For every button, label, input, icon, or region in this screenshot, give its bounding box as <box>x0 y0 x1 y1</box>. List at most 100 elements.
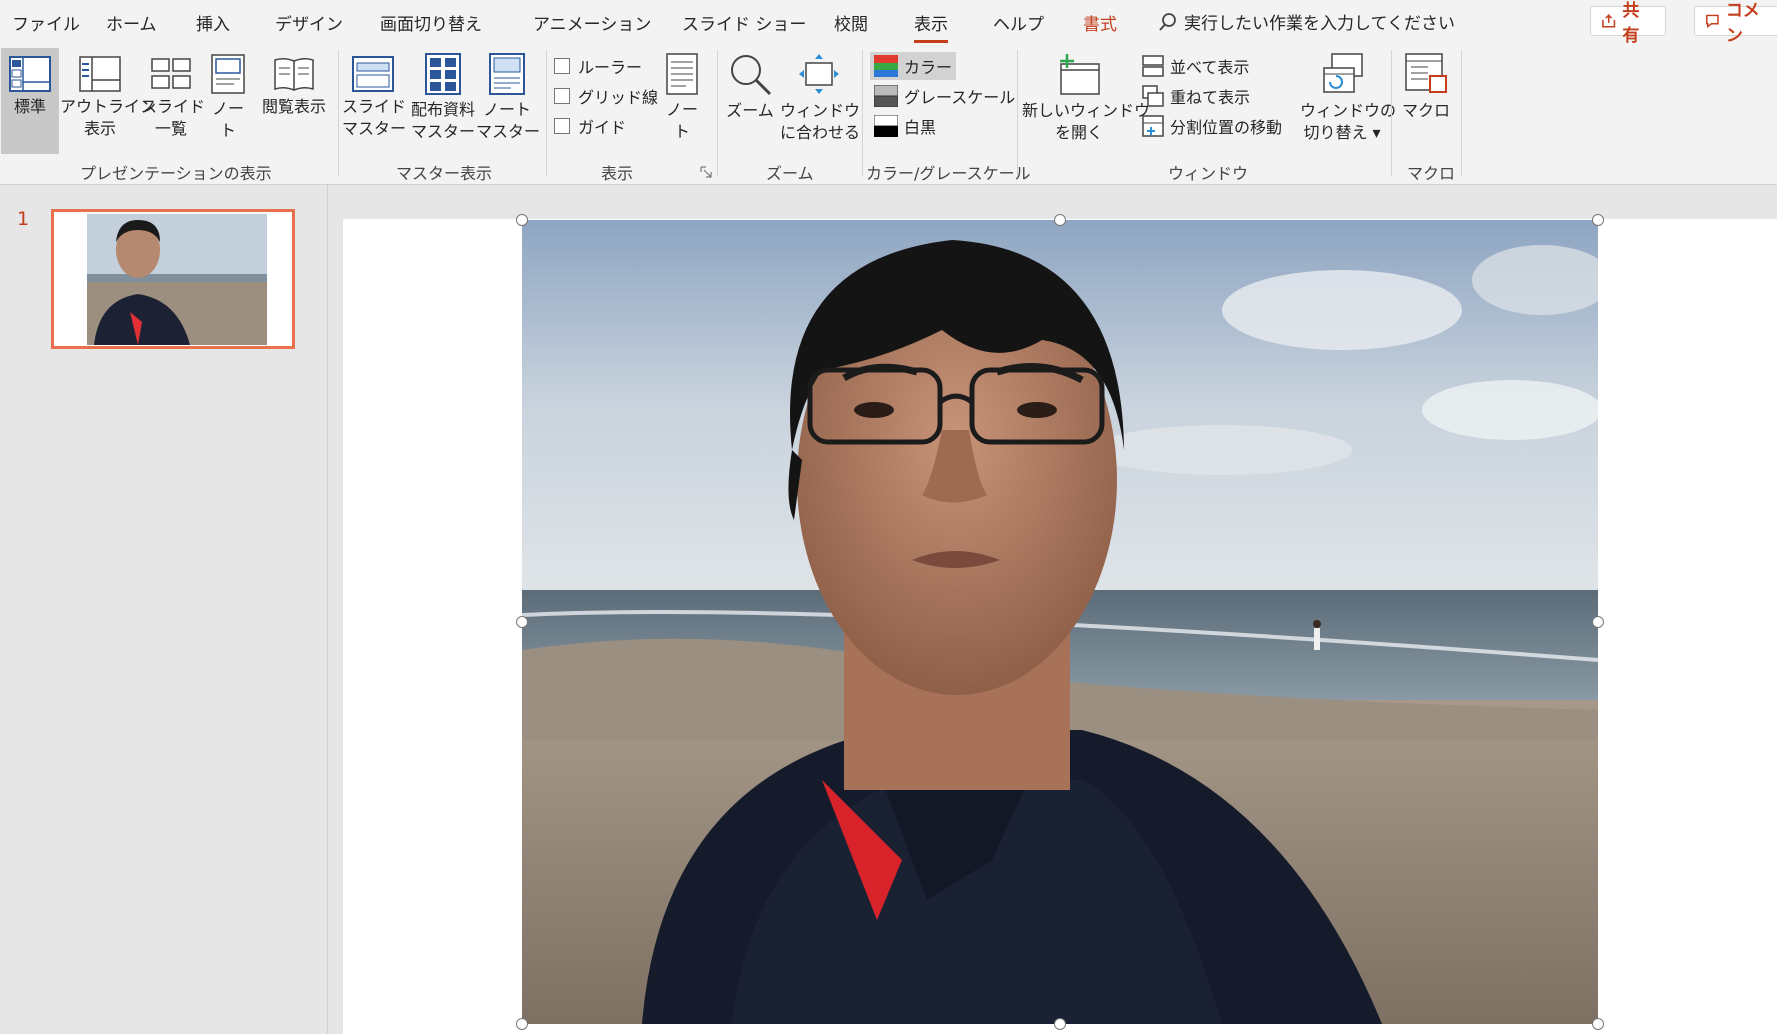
resize-handle-bottom-left[interactable] <box>516 1018 528 1030</box>
tab-transitions[interactable]: 画面切り替え <box>380 10 482 35</box>
ribbon-separator <box>862 50 863 176</box>
color-swatch-icon <box>874 55 898 77</box>
resize-handle-top-right[interactable] <box>1592 214 1604 226</box>
tab-view[interactable]: 表示 <box>914 10 948 43</box>
group-label-zoom: ズーム <box>766 164 814 183</box>
resize-handle-bottom[interactable] <box>1054 1018 1066 1030</box>
resize-handle-right[interactable] <box>1592 616 1604 628</box>
tab-format[interactable]: 書式 <box>1083 10 1117 35</box>
fit-window-icon <box>799 54 839 94</box>
tell-me-text: 実行したい作業を入力してください <box>1184 14 1455 34</box>
dialog-launcher-icon[interactable] <box>700 166 712 178</box>
comments-label: コメン <box>1725 1 1760 46</box>
checkbox-box <box>554 88 570 104</box>
ruler-checkbox[interactable]: ルーラー <box>554 54 642 78</box>
comment-icon <box>1706 14 1719 29</box>
zoom-label: ズーム <box>726 101 774 120</box>
tab-design[interactable]: デザイン <box>275 10 343 35</box>
switch-windows-button[interactable]: ウィンドウの 切り替え ▾ <box>1300 48 1397 144</box>
comments-button[interactable]: コメン <box>1694 1 1777 46</box>
ribbon-separator <box>338 50 339 176</box>
cascade-button[interactable]: 重ねて表示 <box>1138 82 1254 110</box>
slide-master-icon <box>352 56 394 92</box>
zoom-button[interactable]: ズーム <box>722 48 778 122</box>
ribbon: 標準 アウトライン 表示 スライド 一覧 ノー ト 閲覧表示 プレゼンテーション… <box>0 44 1777 185</box>
switch-windows-icon <box>1323 53 1363 93</box>
tab-home[interactable]: ホーム <box>106 10 157 35</box>
new-window-button[interactable]: 新しいウィンドウ を開く <box>1022 48 1151 144</box>
checkbox-box <box>554 118 570 134</box>
tab-review[interactable]: 校閲 <box>834 10 868 35</box>
outline-view-button[interactable]: アウトライン 表示 <box>60 48 157 140</box>
portrait-photo <box>522 220 1598 1024</box>
slide-sorter-icon <box>151 58 191 89</box>
thumbnail-photo <box>54 212 292 346</box>
reading-view-icon <box>274 57 314 91</box>
menu-bar: ファイル ホーム 挿入 デザイン 画面切り替え アニメーション スライド ショー… <box>0 0 1777 46</box>
resize-handle-top[interactable] <box>1054 214 1066 226</box>
group-label-macros: マクロ <box>1407 164 1456 183</box>
handout-master-icon <box>425 53 461 95</box>
tab-slideshow[interactable]: スライド ショー <box>682 10 806 35</box>
resize-handle-left[interactable] <box>516 616 528 628</box>
magnifier-icon <box>731 55 772 96</box>
switch-windows-label: ウィンドウの 切り替え ▾ <box>1300 101 1397 142</box>
reading-view-button[interactable]: 閲覧表示 <box>256 48 332 118</box>
group-label-presentation-views: プレゼンテーションの表示 <box>80 164 272 183</box>
share-label: 共有 <box>1622 1 1640 46</box>
search-icon <box>1159 12 1176 31</box>
group-label-window: ウィンドウ <box>1168 164 1249 183</box>
resize-handle-top-left[interactable] <box>516 214 528 226</box>
tab-insert[interactable]: 挿入 <box>196 10 230 35</box>
slide-number: 1 <box>17 208 30 230</box>
cascade-label: 重ねて表示 <box>1170 88 1251 107</box>
handout-master-button[interactable]: 配布資料 マスター <box>405 48 481 143</box>
resize-handle-bottom-right[interactable] <box>1592 1018 1604 1030</box>
slide-thumbnail[interactable] <box>51 209 295 349</box>
notes-pane-icon <box>666 53 698 95</box>
slide-sorter-label: スライド 一覧 <box>141 97 206 138</box>
black-white-mode-button[interactable]: 白黒 <box>870 112 940 140</box>
tab-help[interactable]: ヘルプ <box>993 10 1044 35</box>
arrange-all-button[interactable]: 並べて表示 <box>1138 52 1253 80</box>
notes-pane-button[interactable]: ノー ト <box>662 48 702 143</box>
arrange-all-label: 並べて表示 <box>1170 58 1250 77</box>
move-split-icon <box>1142 115 1164 137</box>
tab-file[interactable]: ファイル <box>12 10 80 35</box>
move-split-button[interactable]: 分割位置の移動 <box>1138 112 1286 140</box>
notes-pane-label: ノー ト <box>665 100 698 141</box>
notes-master-label: ノート マスター <box>476 100 541 141</box>
macros-button[interactable]: マクロ <box>1396 48 1456 122</box>
slide-master-label: スライド マスター <box>342 97 407 138</box>
outline-view-label: アウトライン 表示 <box>60 97 157 138</box>
macros-label: マクロ <box>1401 101 1450 120</box>
group-label-master-views: マスター表示 <box>396 164 493 183</box>
handout-master-label: 配布資料 マスター <box>410 100 475 141</box>
new-window-label: 新しいウィンドウ を開く <box>1022 101 1151 142</box>
tell-me-search[interactable]: 実行したい作業を入力してください <box>1158 9 1455 34</box>
group-label-color: カラー/グレースケール <box>866 164 1031 183</box>
cascade-icon <box>1142 85 1164 107</box>
ruler-label: ルーラー <box>578 58 643 77</box>
checkbox-box <box>554 58 570 74</box>
notes-page-label: ノー ト <box>211 99 244 140</box>
color-mode-button[interactable]: カラー <box>870 52 957 80</box>
share-button[interactable]: 共有 <box>1590 1 1666 46</box>
tab-animations[interactable]: アニメーション <box>533 10 651 35</box>
normal-view-button[interactable]: 標準 <box>1 48 59 154</box>
macros-icon <box>1405 53 1447 93</box>
notes-page-button[interactable]: ノー ト <box>205 48 251 142</box>
guides-checkbox[interactable]: ガイド <box>554 114 626 138</box>
slide-sorter-button[interactable]: スライド 一覧 <box>141 48 206 140</box>
gridlines-checkbox[interactable]: グリッド線 <box>554 84 658 108</box>
notes-master-button[interactable]: ノート マスター <box>476 48 541 143</box>
ribbon-separator <box>1017 50 1018 176</box>
grayscale-mode-button[interactable]: グレースケール <box>870 82 1019 110</box>
selected-picture[interactable] <box>522 220 1598 1024</box>
slide-master-button[interactable]: スライド マスター <box>342 48 407 140</box>
group-label-show: 表示 <box>601 164 634 183</box>
fit-to-window-button[interactable]: ウィンドウ に合わせる <box>780 48 860 144</box>
gridlines-label: グリッド線 <box>578 88 659 107</box>
ribbon-separator <box>1391 50 1392 176</box>
color-mode-label: カラー <box>904 58 953 77</box>
